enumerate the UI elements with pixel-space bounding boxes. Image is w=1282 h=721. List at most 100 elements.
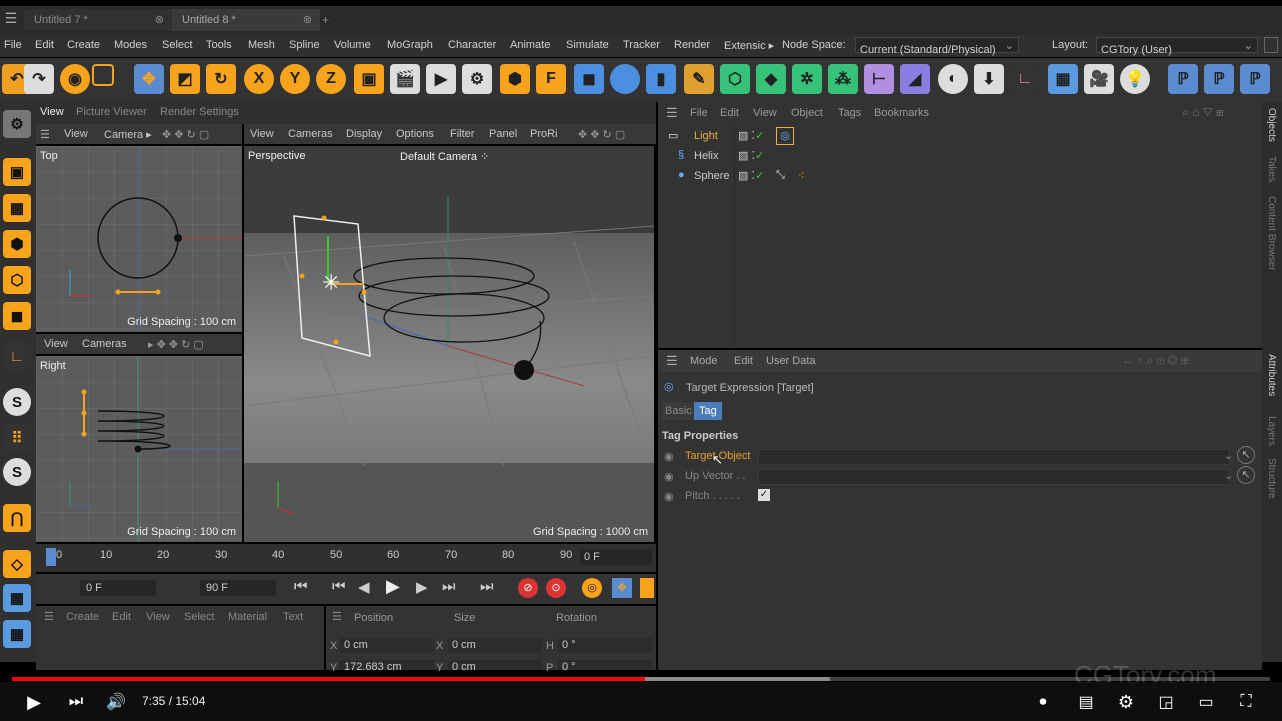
magnet-icon[interactable]: ⋂ <box>3 504 31 532</box>
record-icon[interactable]: ⊘ <box>518 578 538 598</box>
go-to-end-icon[interactable]: ⏭ <box>480 578 494 595</box>
field-icon[interactable]: ◢ <box>900 64 930 94</box>
layout-select[interactable]: CGTory (User) ⌄ <box>1096 37 1258 56</box>
close-icon[interactable]: ⊗ <box>155 9 164 31</box>
fullscreen-icon[interactable]: ⛶ <box>1234 690 1258 714</box>
menu-spline[interactable]: Spline <box>289 39 320 51</box>
hamburger-icon[interactable]: ☰ <box>44 610 54 623</box>
coordinate-system-icon[interactable]: ▣ <box>354 64 384 94</box>
camera-icon[interactable]: 🎥 <box>1084 64 1114 94</box>
node-space-select[interactable]: Current (Standard/Physical) ⌄ <box>855 37 1019 56</box>
hamburger-icon[interactable]: ☰ <box>666 105 678 121</box>
rotate-tool-icon[interactable]: ↻ <box>206 64 236 94</box>
attr-tab-tag[interactable]: Tag <box>694 402 722 420</box>
rotation-p-field[interactable]: 0 ° <box>558 660 652 670</box>
om-menu-tags[interactable]: Tags <box>838 107 861 119</box>
model-mode-icon[interactable]: ▣ <box>3 158 31 186</box>
om-toolbar-icons[interactable]: ⌕ ⌂ ▽ ⊞ <box>1182 105 1224 120</box>
play-icon[interactable]: ▶ <box>22 690 46 714</box>
vp-persp-view-menu[interactable]: View <box>250 128 274 140</box>
tab-picture-viewer[interactable]: Picture Viewer <box>76 106 147 118</box>
make-editable-icon[interactable]: ⚙ <box>3 110 31 138</box>
mat-menu-select[interactable]: Select <box>184 611 215 623</box>
cloner-icon[interactable]: ✲ <box>792 64 822 94</box>
vp-right-view-menu[interactable]: View <box>44 338 68 350</box>
volume-icon[interactable]: 🔊 <box>104 690 128 714</box>
floor-icon[interactable]: ⬇ <box>974 64 1004 94</box>
menu-mograph[interactable]: MoGraph <box>387 39 433 51</box>
vp-persp-cameras-menu[interactable]: Cameras <box>288 128 333 140</box>
theater-mode-icon[interactable]: ▭ <box>1194 690 1218 714</box>
visibility-toggles[interactable]: ▨ ⁚✓ <box>738 129 764 142</box>
perspective-viewport[interactable]: Perspective Default Camera ⁘ ✳ Grid Spac… <box>244 146 654 542</box>
menu-simulate[interactable]: Simulate <box>566 39 609 51</box>
pick-object-icon[interactable]: ↖ <box>1237 446 1255 464</box>
snap-settings-icon[interactable]: ⠿ <box>3 424 31 452</box>
python-icon-2[interactable]: ℙ <box>1204 64 1234 94</box>
menu-modes[interactable]: Modes <box>114 39 147 51</box>
vp-persp-filter-menu[interactable]: Filter <box>450 128 474 140</box>
viewport-nav-icons[interactable]: ▸ ✥ ✥ ↻ ▢ <box>148 338 204 351</box>
go-to-start-icon[interactable]: ⏮ <box>294 578 308 595</box>
visibility-toggles[interactable]: ▨ ⁚✓ <box>738 169 764 182</box>
up-vector-field[interactable] <box>758 469 1230 485</box>
move-tool-icon[interactable]: ✥ <box>134 64 164 94</box>
menu-mesh[interactable]: Mesh <box>248 39 275 51</box>
chevron-down-icon[interactable]: ⌄ <box>1224 449 1233 462</box>
menu-character[interactable]: Character <box>448 39 496 51</box>
top-viewport[interactable]: Top Grid Spacing : 100 cm <box>36 146 242 332</box>
keyframe-selection-icon[interactable]: ◎ <box>582 578 602 598</box>
scale-tool-icon[interactable]: ◩ <box>170 64 200 94</box>
spline-tag-icon[interactable]: ⤡ <box>776 169 785 182</box>
attr-menu-mode[interactable]: Mode <box>690 355 718 367</box>
object-mode-icon[interactable]: ⬢ <box>500 64 530 94</box>
doc-tab-2[interactable]: Untitled 8 * ⊗ <box>172 9 320 31</box>
environment-icon[interactable]: ◐ <box>938 64 968 94</box>
redo-icon[interactable]: ↷ <box>24 64 54 94</box>
video-progress-track[interactable] <box>12 677 1270 681</box>
keyframe-radio-icon[interactable]: ◉ <box>664 470 674 483</box>
x-axis-toggle[interactable]: X <box>244 64 274 94</box>
vp-right-cameras-menu[interactable]: Cameras <box>82 338 127 350</box>
vp-persp-prorender-menu[interactable]: ProRi <box>530 128 558 140</box>
side-tab-attributes[interactable]: Attributes <box>1266 354 1277 396</box>
next-video-icon[interactable]: ⏭ <box>64 690 88 714</box>
pick-object-icon[interactable]: ↖ <box>1237 466 1255 484</box>
select-tool-icon[interactable]: ◉ <box>60 64 90 94</box>
snap-icon[interactable]: S <box>3 388 31 416</box>
subdivision-icon[interactable]: ⬡ <box>720 64 750 94</box>
rotation-h-field[interactable]: 0 ° <box>558 638 652 653</box>
vp-persp-panel-menu[interactable]: Panel <box>489 128 517 140</box>
timeline-ruler[interactable]: 0 10 20 30 40 50 60 70 80 90 0 F <box>36 544 656 572</box>
attr-menu-edit[interactable]: Edit <box>734 355 753 367</box>
texture-tag-icon[interactable]: ⁖ <box>798 169 804 182</box>
side-tab-layers[interactable]: Layers <box>1266 416 1277 446</box>
side-tab-takes[interactable]: Takes <box>1266 156 1277 182</box>
mat-menu-material[interactable]: Material <box>228 611 267 623</box>
f-button[interactable]: F <box>536 64 566 94</box>
om-menu-object[interactable]: Object <box>791 107 823 119</box>
om-menu-bookmarks[interactable]: Bookmarks <box>874 107 929 119</box>
mat-menu-create[interactable]: Create <box>66 611 99 623</box>
om-menu-file[interactable]: File <box>690 107 708 119</box>
maximize-icon[interactable] <box>1264 37 1278 53</box>
side-tab-content-browser[interactable]: Content Browser <box>1266 196 1277 270</box>
workplane-icon[interactable]: ◇ <box>3 550 31 578</box>
deformer-icon[interactable]: ⊢ <box>864 64 894 94</box>
new-tab-button[interactable]: + <box>322 13 329 27</box>
hamburger-icon[interactable]: ☰ <box>332 610 342 623</box>
keyframe-radio-icon[interactable]: ◉ <box>664 490 674 503</box>
menu-select[interactable]: Select <box>162 39 193 51</box>
prev-key-icon[interactable]: ⏮ <box>332 578 346 595</box>
python-icon-3[interactable]: ℙ <box>1240 64 1270 94</box>
attr-nav-icons[interactable]: ← ↑ ⌕ ⊡ ◎ ⊞ <box>1122 353 1188 368</box>
polygons-mode-icon[interactable]: ◼ <box>3 302 31 330</box>
settings-gear-icon[interactable]: ⚙ <box>1114 690 1138 714</box>
snap-enable-icon[interactable]: S <box>3 458 31 486</box>
hamburger-icon[interactable]: ☰ <box>666 353 678 369</box>
om-menu-edit[interactable]: Edit <box>720 107 739 119</box>
target-tag-icon[interactable]: ◎ <box>776 127 794 145</box>
vp-persp-options-menu[interactable]: Options <box>396 128 434 140</box>
object-row-helix[interactable]: § Helix ▨ ⁚✓ <box>658 146 1262 166</box>
menu-volume[interactable]: Volume <box>334 39 371 51</box>
